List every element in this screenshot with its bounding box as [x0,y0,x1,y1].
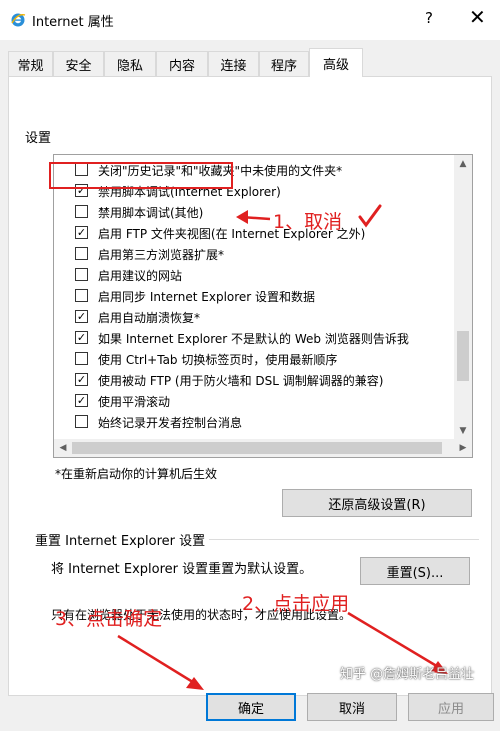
button-label: 还原高级设置(R) [328,497,426,513]
settings-listbox[interactable]: 关闭"历史记录"和"收藏夹"中未使用的文件夹* ✓ 禁用脚本调试(Interne… [53,154,473,458]
list-item[interactable]: 启用同步 Internet Explorer 设置和数据 [54,285,454,306]
item-label: 使用被动 FTP (用于防火墙和 DSL 调制解调器的兼容) [98,374,384,388]
checkbox[interactable] [75,205,88,218]
annotation-step1: 1、取消 [273,211,343,233]
window-title: Internet 属性 [32,15,114,30]
highlight-box [49,162,233,189]
item-label: 启用同步 Internet Explorer 设置和数据 [98,290,316,304]
list-item[interactable]: ✓ 使用被动 FTP (用于防火墙和 DSL 调制解调器的兼容) [54,369,454,390]
tab-strip: 常规 安全 隐私 内容 连接 程序 高级 [0,48,500,77]
annotation-step2: 2、点击应用 [242,593,350,615]
list-item-third-party-extensions[interactable]: 启用第三方浏览器扩展* [54,243,454,264]
list-item[interactable]: 始终记录开发者控制台消息 [54,411,454,432]
checkbox[interactable] [75,289,88,302]
item-label: 禁用脚本调试(其他) [98,206,204,220]
checkbox[interactable] [75,415,88,428]
tab-label: 安全 [65,58,92,74]
button-label: 确定 [237,701,264,717]
ok-button[interactable]: 确定 [206,693,296,721]
annotation-step3: 3、点击确定 [55,608,163,630]
scroll-thumb[interactable] [72,442,442,454]
tab-privacy[interactable]: 隐私 [104,51,156,76]
button-label: 取消 [338,701,365,717]
cancel-button[interactable]: 取消 [307,693,397,721]
item-label: 使用平滑滚动 [98,395,171,409]
group-divider [209,539,479,540]
checkbox[interactable]: ✓ [75,310,88,323]
help-button[interactable]: ? [425,9,433,27]
tab-label: 内容 [168,58,195,74]
tab-label: 隐私 [116,58,143,74]
list-item[interactable]: ✓ 如果 Internet Explorer 不是默认的 Web 浏览器则告诉我 [54,327,454,348]
reset-description: 将 Internet Explorer 设置重置为默认设置。 [51,562,313,577]
checkbox[interactable]: ✓ [75,226,88,239]
tab-security[interactable]: 安全 [53,51,104,76]
item-label: 如果 Internet Explorer 不是默认的 Web 浏览器则告诉我 [98,332,409,346]
horizontal-scrollbar[interactable]: ◀ ▶ [54,439,472,457]
checkbox[interactable] [75,247,88,260]
settings-group-label: 设置 [25,131,52,146]
close-button[interactable]: ✕ [469,5,486,29]
item-label: 启用建议的网站 [98,269,183,283]
tab-connections[interactable]: 连接 [208,51,259,76]
restore-advanced-settings-button[interactable]: 还原高级设置(R) [282,489,472,517]
scroll-left-icon[interactable]: ◀ [54,439,72,457]
list-item[interactable]: 禁用脚本调试(其他) [54,201,454,222]
checkbox[interactable]: ✓ [75,373,88,386]
tab-label: 常规 [17,58,44,74]
button-label: 应用 [437,701,464,717]
item-label: 启用第三方浏览器扩展* [98,248,225,262]
scroll-right-icon[interactable]: ▶ [454,439,472,457]
item-label: 始终记录开发者控制台消息 [98,416,243,430]
list-item[interactable]: ✓ 启用自动崩溃恢复* [54,306,454,327]
scroll-up-icon[interactable]: ▲ [454,155,472,173]
reset-group-title: 重置 Internet Explorer 设置 [35,530,210,549]
tab-advanced[interactable]: 高级 [309,48,363,77]
tab-label: 连接 [220,58,247,74]
title-bar: Internet 属性 ? ✕ [0,0,500,40]
scroll-down-icon[interactable]: ▼ [454,422,472,440]
watermark: 知乎 @詹姆斯老吕益壮 [340,667,475,682]
tab-general[interactable]: 常规 [8,51,53,76]
list-item[interactable]: 启用建议的网站 [54,264,454,285]
tab-programs[interactable]: 程序 [259,51,309,76]
checkbox[interactable] [75,268,88,281]
checkbox[interactable] [75,352,88,365]
vertical-scrollbar[interactable]: ▲ ▼ [454,155,472,440]
tab-label: 高级 [322,57,349,73]
restart-note: *在重新启动你的计算机后生效 [55,467,218,481]
checkbox[interactable]: ✓ [75,394,88,407]
internet-explorer-icon [11,13,26,27]
item-label: 启用自动崩溃恢复* [98,311,201,325]
checkbox[interactable]: ✓ [75,331,88,344]
item-label: 使用 Ctrl+Tab 切换标签页时，使用最新顺序 [98,353,338,367]
apply-button[interactable]: 应用 [408,693,494,721]
reset-button[interactable]: 重置(S)... [360,557,470,585]
list-item[interactable]: ✓ 使用平滑滚动 [54,390,454,411]
list-item[interactable]: 使用 Ctrl+Tab 切换标签页时，使用最新顺序 [54,348,454,369]
list-item[interactable]: ✓ 启用 FTP 文件夹视图(在 Internet Explorer 之外) [54,222,454,243]
scroll-thumb[interactable] [457,331,469,381]
tab-label: 程序 [270,58,297,74]
button-label: 重置(S)... [386,565,444,581]
tab-content[interactable]: 内容 [156,51,208,76]
